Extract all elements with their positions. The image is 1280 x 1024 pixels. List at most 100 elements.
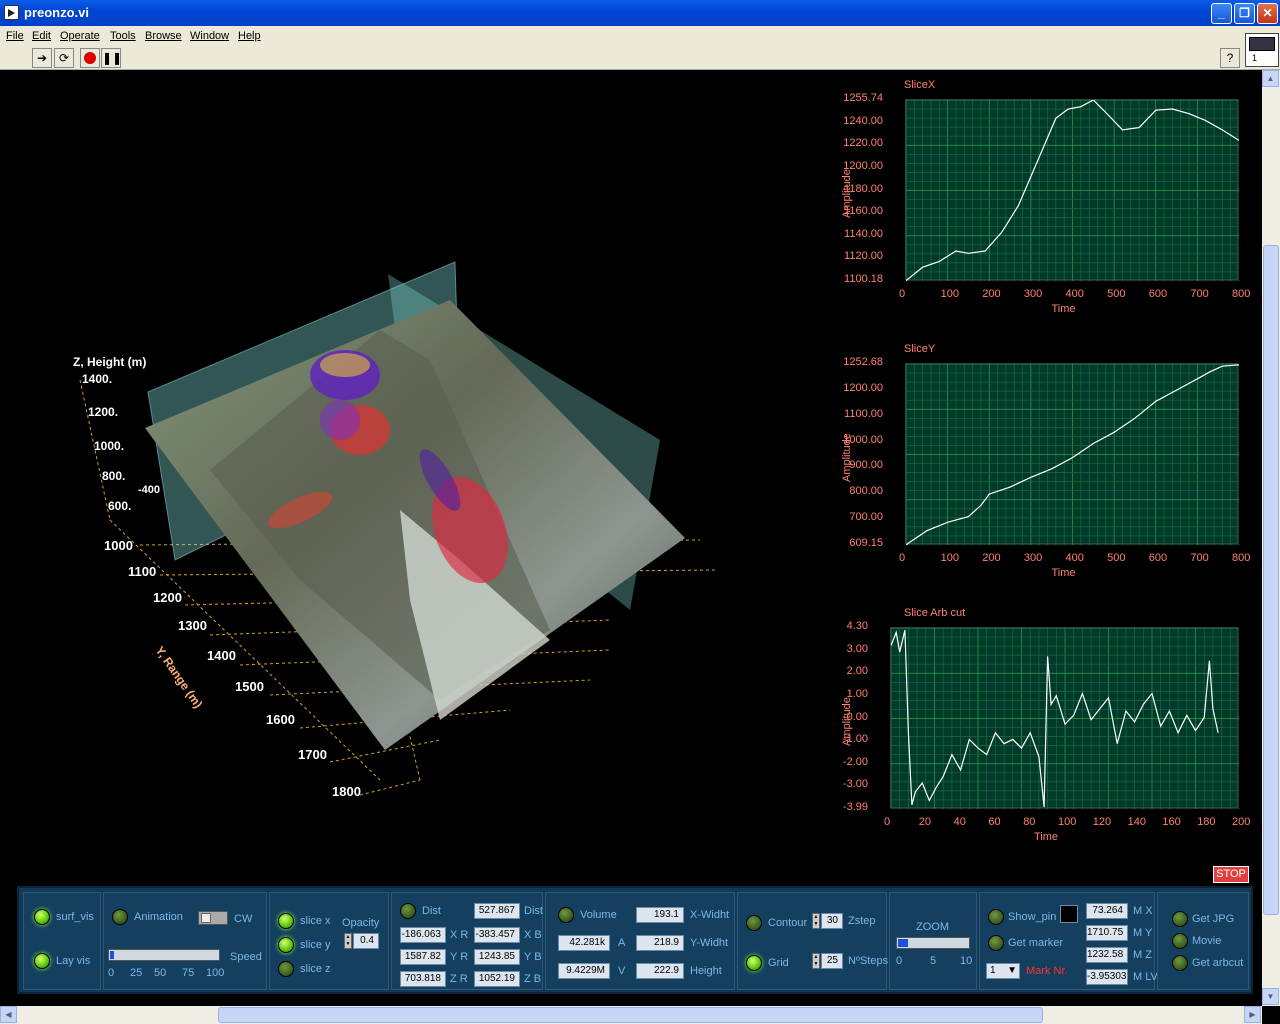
x-tick-label: 500 xyxy=(1107,288,1126,300)
vi-icon-label: 1 xyxy=(1252,53,1258,63)
grid-led[interactable] xyxy=(746,955,762,971)
x-tick-label: 600 xyxy=(1148,552,1168,564)
y-tick: 1000 xyxy=(104,538,133,553)
y-tick-label: -3.99 xyxy=(842,801,868,813)
lay-vis-led[interactable] xyxy=(34,953,50,969)
zoom-tick: 5 xyxy=(930,955,937,967)
x-tick-label: 400 xyxy=(1065,288,1084,300)
show-pin-led[interactable] xyxy=(988,909,1004,925)
zstep-spinner[interactable]: ▲ ▼ xyxy=(812,913,820,929)
volume-led[interactable] xyxy=(558,907,574,923)
slice-section: slice x slice y slice z Opacity ▲ ▼ 0.4 xyxy=(269,892,389,990)
scroll-right-icon[interactable]: ▶ xyxy=(1244,1006,1261,1023)
toolbar: ➔ ⟳ ❚❚ ? xyxy=(0,46,1280,70)
cw-toggle[interactable] xyxy=(198,911,228,925)
my-value: 1710.75 xyxy=(1086,925,1128,941)
movie-label: Movie xyxy=(1192,935,1222,947)
horizontal-scrollbar[interactable]: ◀ ▶ xyxy=(0,1006,1262,1024)
speed-tick: 100 xyxy=(206,967,225,979)
speed-tick: 25 xyxy=(130,967,143,979)
y-tick: 1600 xyxy=(266,712,295,727)
pin-color-box[interactable] xyxy=(1060,905,1078,923)
slice-x-led[interactable] xyxy=(278,913,294,929)
x-tick-label: 700 xyxy=(1190,288,1209,300)
x-tick-label: 60 xyxy=(988,816,1001,828)
get-arbcut-led[interactable] xyxy=(1172,955,1188,971)
opacity-input[interactable]: 0.4 xyxy=(353,933,379,949)
menu-help[interactable]: Help xyxy=(238,30,261,42)
yr-label: Y R xyxy=(450,951,469,963)
labview-vi-icon xyxy=(4,5,19,20)
3d-terrain-view[interactable]: Z, Height (m) 1400. 1200. 1000. 800. 600… xyxy=(60,250,780,870)
y-tick-label: -2.00 xyxy=(842,755,868,768)
menu-file[interactable]: File xyxy=(6,30,24,42)
menu-operate[interactable]: Operate xyxy=(60,30,100,42)
plot-svg xyxy=(906,364,1239,545)
mlv-label: M LV xyxy=(1133,971,1158,983)
animation-led[interactable] xyxy=(112,909,128,925)
scroll-left-icon[interactable]: ◀ xyxy=(0,1006,17,1023)
slice-z-led[interactable] xyxy=(278,961,294,977)
zb-label: Z B xyxy=(524,973,542,985)
scroll-down-icon[interactable]: ▼ xyxy=(1262,988,1279,1005)
slice-y-led[interactable] xyxy=(278,937,294,953)
x-tick-label: 200 xyxy=(982,288,1001,300)
plot-area[interactable] xyxy=(890,627,1239,809)
marker-section: Show_pin Get marker 1 ▼ Mark Nr. 73.264 M… xyxy=(979,892,1158,990)
close-button[interactable]: ✕ xyxy=(1257,3,1278,24)
y-tick-label: 1255.74 xyxy=(843,92,883,104)
zb-value: 1052.19 xyxy=(474,971,520,987)
menu-window[interactable]: Window xyxy=(190,30,229,42)
y-width-label: Y-Widht xyxy=(690,937,729,949)
yb-value: 1243.85 xyxy=(474,949,520,965)
menu-browse[interactable]: Browse xyxy=(145,30,182,42)
y-axis-label: Amplitude xyxy=(841,168,853,218)
speed-tick: 75 xyxy=(182,967,195,979)
mark-nr-select[interactable]: 1 ▼ xyxy=(986,963,1020,979)
horizontal-scroll-thumb[interactable] xyxy=(218,1007,1043,1023)
get-arbcut-label: Get arbcut xyxy=(1192,957,1244,969)
y-tick: 1200 xyxy=(153,590,182,605)
vertical-scrollbar[interactable]: ▲ ▼ xyxy=(1262,70,1280,1006)
opacity-spinner[interactable]: ▲ ▼ xyxy=(344,933,352,949)
vertical-scroll-thumb[interactable] xyxy=(1263,245,1279,915)
menu-edit[interactable]: Edit xyxy=(32,30,51,42)
scroll-up-icon[interactable]: ▲ xyxy=(1262,70,1279,87)
get-jpg-led[interactable] xyxy=(1172,911,1188,927)
stop-button[interactable]: STOP xyxy=(1213,866,1249,883)
lay-vis-label: Lay vis xyxy=(56,955,91,967)
y-tick-label: 1100.18 xyxy=(844,273,883,285)
abort-icon[interactable] xyxy=(80,48,100,68)
z-tick: 800. xyxy=(102,469,125,483)
pause-icon[interactable]: ❚❚ xyxy=(101,48,122,68)
xb-value: -383.457 xyxy=(474,927,520,943)
plot-area[interactable] xyxy=(905,363,1239,545)
x-tick-label: 700 xyxy=(1190,552,1209,564)
run-continuously-icon[interactable]: ⟳ xyxy=(54,48,74,68)
maximize-button[interactable]: ❐ xyxy=(1234,3,1255,24)
context-help-icon[interactable]: ? xyxy=(1220,48,1240,68)
nsteps-spinner[interactable]: ▲ ▼ xyxy=(812,953,820,969)
control-panel: surf_vis Lay vis Animation CW Speed 0 25… xyxy=(17,886,1253,994)
dist-led[interactable] xyxy=(400,903,416,919)
minimize-button[interactable]: _ xyxy=(1211,3,1232,24)
zoom-slider[interactable] xyxy=(896,937,970,949)
contour-led[interactable] xyxy=(746,915,762,931)
zoom-tick: 0 xyxy=(896,955,903,967)
menu-tools[interactable]: Tools xyxy=(110,30,136,42)
mx-value: 73.264 xyxy=(1086,903,1128,919)
title-bar[interactable]: preonzo.vi _ ❐ ✕ xyxy=(0,0,1280,26)
volume-value: 9.4229M xyxy=(558,963,610,979)
speed-slider[interactable] xyxy=(108,949,220,961)
zstep-input[interactable]: 30 xyxy=(821,913,843,929)
nsteps-input[interactable]: 25 xyxy=(821,953,843,969)
plot-area[interactable] xyxy=(905,99,1239,281)
movie-led[interactable] xyxy=(1172,933,1188,949)
get-marker-led[interactable] xyxy=(988,935,1004,951)
surf-vis-led[interactable] xyxy=(34,909,50,925)
zoom-label: ZOOM xyxy=(916,921,949,933)
x-tick-label: 160 xyxy=(1162,816,1181,828)
run-arrow-icon[interactable]: ➔ xyxy=(32,48,52,68)
y-axis-label: Amplitude xyxy=(841,696,853,746)
cw-label: CW xyxy=(234,913,253,925)
